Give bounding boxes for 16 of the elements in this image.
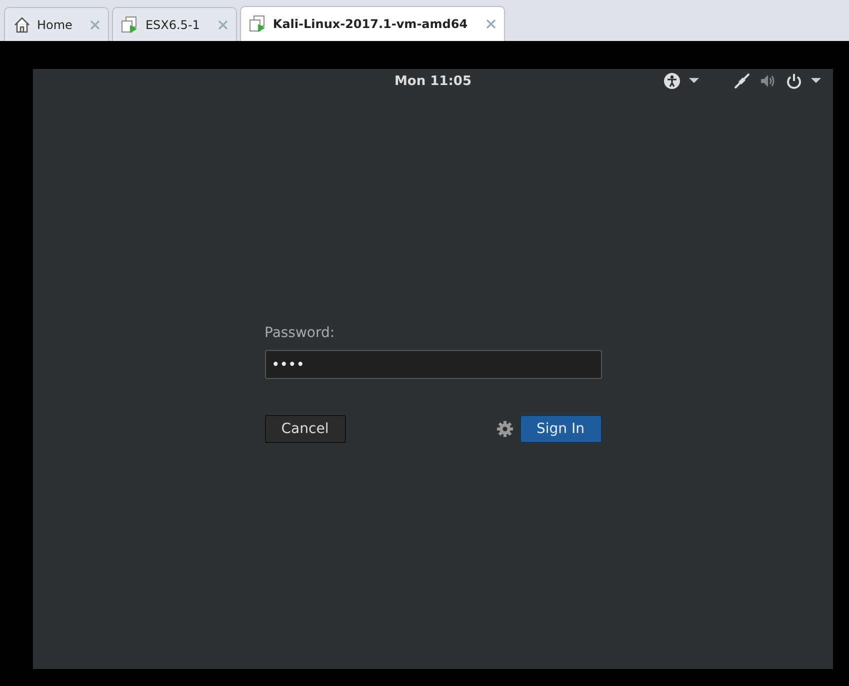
sign-in-button[interactable]: Sign In — [520, 415, 602, 443]
wired-network-icon[interactable] — [733, 72, 751, 90]
password-field[interactable]: •••• — [264, 350, 602, 379]
caret-icon[interactable] — [811, 78, 821, 84]
caret-icon[interactable] — [689, 78, 699, 84]
tab[interactable]: Kali-Linux-2017.1-vm-amd64 — [240, 6, 505, 41]
virtual-machine-icon — [248, 15, 267, 33]
home-icon — [13, 16, 31, 34]
accessibility-icon[interactable] — [663, 72, 681, 90]
password-label: Password: — [264, 325, 336, 341]
clock: Mon 11:05 — [394, 74, 472, 89]
virtual-machine-icon — [121, 16, 140, 34]
tab[interactable]: Home — [4, 7, 110, 41]
tab[interactable]: ESX6.5-1 — [112, 7, 237, 41]
cancel-button[interactable]: Cancel — [264, 415, 346, 443]
power-icon[interactable] — [785, 72, 803, 90]
